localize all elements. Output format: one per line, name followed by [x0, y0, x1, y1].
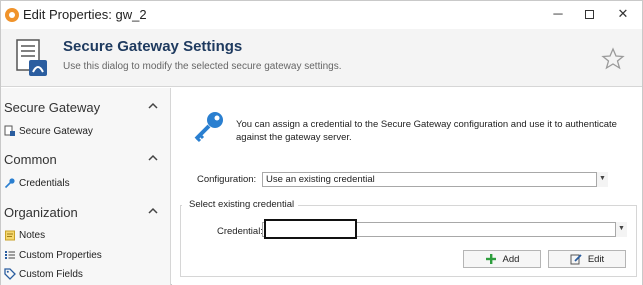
- sidebar-item-credentials[interactable]: Credentials: [4, 177, 70, 189]
- edit-button-label: Edit: [587, 253, 605, 265]
- page-subtitle: Use this dialog to modify the selected s…: [63, 61, 342, 72]
- edit-button[interactable]: Edit: [548, 250, 626, 268]
- notes-icon: [5, 230, 15, 241]
- app-logo-icon: [5, 8, 19, 22]
- tag-icon: [4, 268, 16, 280]
- credential-key-icon: [194, 112, 223, 143]
- sidebar-item-secure-gateway[interactable]: Secure Gateway: [4, 125, 93, 137]
- title-bar: Edit Properties: gw_2 ─ ✕: [1, 1, 642, 29]
- chevron-up-icon[interactable]: [148, 154, 158, 162]
- sidebar-item-label: Credentials: [19, 177, 70, 189]
- sidebar-section-common[interactable]: Common: [4, 152, 57, 167]
- plus-icon: [485, 254, 496, 264]
- favorite-star-icon[interactable]: [601, 47, 625, 71]
- group-title: Select existing credential: [182, 199, 299, 210]
- dialog-header: Secure Gateway Settings Use this dialog …: [1, 29, 642, 87]
- sidebar: Secure Gateway Secure Gateway Common Cre…: [1, 88, 171, 285]
- sidebar-item-label: Secure Gateway: [19, 125, 93, 137]
- key-icon: [4, 178, 15, 189]
- chevron-down-icon[interactable]: ▼: [596, 172, 608, 187]
- sidebar-item-custom-fields[interactable]: Custom Fields: [4, 268, 83, 280]
- minimize-button[interactable]: ─: [544, 3, 572, 25]
- sidebar-item-notes[interactable]: Notes: [4, 229, 45, 241]
- sidebar-section-organization[interactable]: Organization: [4, 205, 78, 220]
- chevron-up-icon[interactable]: [148, 102, 158, 110]
- gateway-icon: [4, 125, 15, 136]
- maximize-button[interactable]: [575, 3, 603, 25]
- page-title: Secure Gateway Settings: [63, 38, 243, 55]
- sidebar-section-secure-gateway[interactable]: Secure Gateway: [4, 100, 100, 115]
- sidebar-item-custom-properties[interactable]: Custom Properties: [4, 249, 102, 261]
- edit-pencil-icon: [570, 254, 582, 265]
- sidebar-item-label: Notes: [19, 229, 46, 241]
- main-panel: You can assign a credential to the Secur…: [172, 88, 642, 285]
- list-icon: [5, 251, 15, 259]
- configuration-select[interactable]: Use an existing credential: [262, 172, 607, 187]
- sidebar-item-label: Custom Fields: [19, 268, 83, 280]
- chevron-up-icon[interactable]: [148, 207, 158, 215]
- info-message: You can assign a credential to the Secur…: [236, 119, 617, 143]
- add-button-label: Add: [502, 253, 520, 265]
- add-button[interactable]: Add: [463, 250, 541, 268]
- redacted-box: [264, 219, 357, 239]
- configuration-label: Configuration:: [197, 174, 257, 185]
- chevron-down-icon[interactable]: ▼: [615, 222, 627, 237]
- server-gateway-icon: [16, 39, 47, 76]
- close-button[interactable]: ✕: [609, 3, 637, 25]
- maximize-icon: [584, 10, 594, 20]
- window-title: Edit Properties: gw_2: [23, 7, 147, 22]
- sidebar-item-label: Custom Properties: [19, 249, 102, 261]
- credential-label: Credential:: [217, 226, 263, 237]
- dialog-window: Edit Properties: gw_2 ─ ✕ Secure Gateway…: [0, 0, 643, 285]
